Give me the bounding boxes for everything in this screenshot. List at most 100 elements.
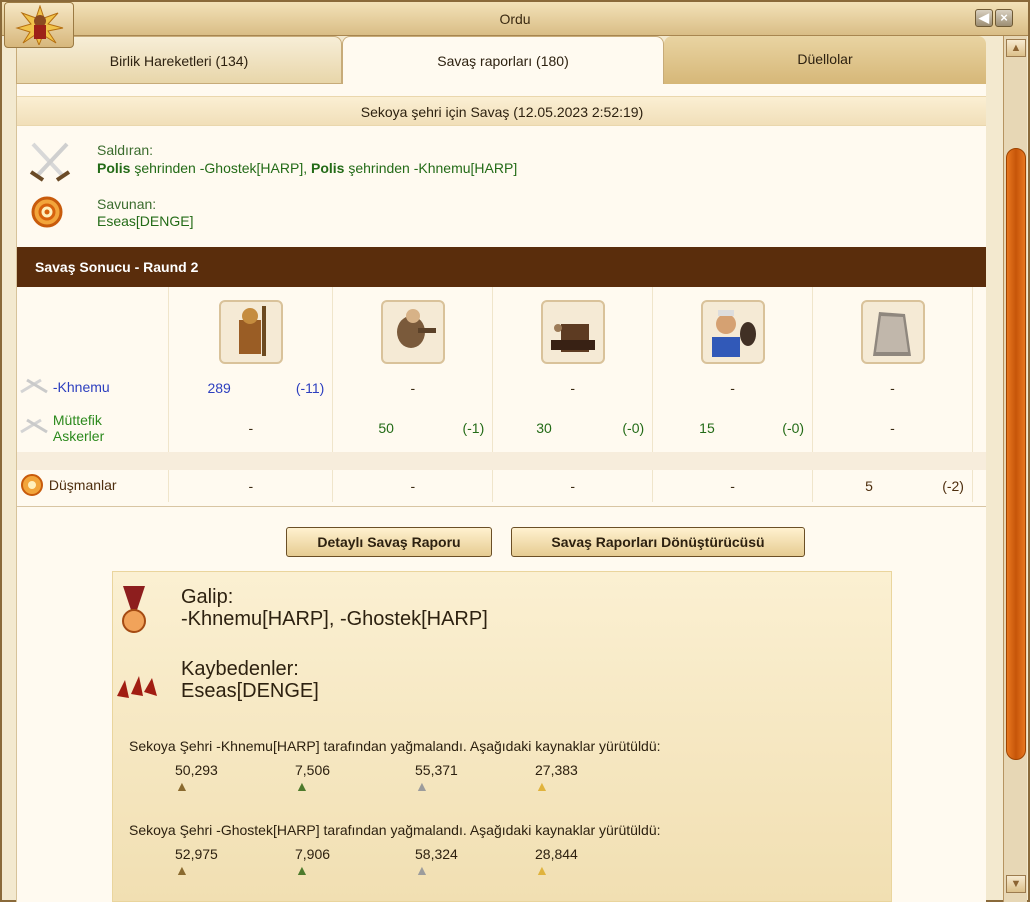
winner-label: Galip: [181,586,234,608]
unit-loss: (-0) [622,420,645,436]
unit-count: - [812,404,973,452]
unit-cell [652,287,814,372]
medal-icon [117,586,151,641]
shield-target-icon [25,192,75,242]
unit-count: 15 [699,420,715,436]
unit-loss: (-0) [782,420,805,436]
winner-list[interactable]: -Khnemu[HARP], -Ghostek[HARP] [181,608,488,631]
tab-bar: Birlik Hareketleri (134) Savaş raporları… [16,36,986,84]
stone-value: 7,506 ▲ [295,762,331,794]
row-name-cell: Müttefik Askerler [17,404,170,452]
stone-value: 7,906 ▲ [295,846,331,878]
gold-value: 28,844 ▲ [535,846,578,878]
window-titlebar[interactable]: Ordu [2,2,1028,36]
shield-target-icon [19,473,45,500]
tab-battle-reports[interactable]: Savaş raporları (180) [342,36,664,84]
allies-label: Müttefik Askerler [52,412,105,444]
row-name-cell: -Khnemu [17,372,170,404]
hero-icon[interactable] [700,300,765,364]
wood-value: 50,293 ▲ [175,762,218,794]
unit-count: 50 [378,420,394,436]
defender-label: Savunan: [97,196,157,212]
tab-label: Düellolar [797,51,853,67]
unit-cell [332,287,494,372]
report-converter-button[interactable]: Savaş Raporları Dönüştürücüsü [511,527,805,557]
unit-count: 30 [536,420,552,436]
unit-cell [492,287,654,372]
iron-value: 58,324 ▲ [415,846,458,878]
vertical-scrollbar[interactable]: ▲ ▼ [1003,36,1027,902]
hoplite-icon[interactable] [218,300,283,364]
unit-count: - [168,470,334,502]
stone-icon: ▲ [295,862,309,878]
attacker-city-link[interactable]: Polis [97,160,130,176]
unit-count: - [492,470,654,502]
iron-icon: ▲ [415,778,429,794]
close-button[interactable]: × [995,9,1013,27]
fallen-soldiers-icon [113,672,159,711]
attacker-player-link[interactable]: şehrinden -Khnemu[HARP] [344,160,517,176]
gold-value: 27,383 ▲ [535,762,578,794]
attacker-block: Saldıran: Polis şehrinden -Ghostek[HARP]… [17,136,986,196]
unit-count: - [652,372,814,404]
unit-cell [812,287,973,372]
wall-icon[interactable] [860,300,925,364]
enemies-label: Düşmanlar [48,476,117,493]
unit-count: - [168,404,334,452]
army-icon [4,2,74,48]
gold-icon: ▲ [535,778,549,794]
row-name-cell: Düşmanlar [17,470,170,502]
tab-label: Savaş raporları (180) [437,53,569,69]
loot-text-1: Sekoya Şehri -Khnemu[HARP] tarafından ya… [129,738,661,754]
wood-value: 52,975 ▲ [175,846,218,878]
unit-count: - [332,372,494,404]
attacker-list: Polis şehrinden -Ghostek[HARP], Polis şe… [97,160,517,176]
loot-text-2: Sekoya Şehri -Ghostek[HARP] tarafından y… [129,822,661,838]
iron-value: 55,371 ▲ [415,762,458,794]
scroll-down-button[interactable]: ▼ [1006,875,1026,893]
unit-cell [168,287,334,372]
attacker-label: Saldıran: [97,142,154,158]
losers-label: Kaybedenler: [181,658,299,680]
losers-list[interactable]: Eseas[DENGE] [181,680,319,703]
units-table: -Khnemu 289 (-11) - - - - Müttefik Asker… [17,287,986,502]
defender-player-link[interactable]: Eseas[DENGE] [97,213,193,229]
report-title: Sekoya şehri için Savaş (12.05.2023 2:52… [17,96,986,126]
unit-count: - [812,372,973,404]
tab-duels[interactable]: Düellolar [664,36,986,84]
crossed-swords-icon [25,140,75,190]
ranged-soldier-icon[interactable] [380,300,445,364]
unit-count: - [492,372,654,404]
crossed-swords-icon [19,418,49,439]
player-link[interactable]: -Khnemu [53,379,110,395]
unit-icons-row [17,287,986,372]
detailed-report-button[interactable]: Detaylı Savaş Raporu [286,527,492,557]
table-row: -Khnemu 289 (-11) - - - - [17,372,986,404]
army-window: Ordu ◀ × Birlik Hareketleri (134) Savaş … [0,0,1030,902]
attacker-city-link[interactable]: Polis [311,160,344,176]
table-row: Müttefik Askerler - 50 (-1) 30 (-0) 15 (… [17,404,986,452]
iron-icon: ▲ [415,862,429,878]
unit-count: 289 [207,380,231,396]
crossed-swords-icon [19,378,49,399]
unit-loss: (-2) [942,478,964,494]
attacker-player-link[interactable]: şehrinden -Ghostek[HARP], [130,160,311,176]
battle-result-panel: Galip: -Khnemu[HARP], -Ghostek[HARP] Kay… [112,571,892,902]
unit-count: 5 [865,478,873,494]
unit-count: - [332,470,494,502]
report-content: Sekoya şehri için Savaş (12.05.2023 2:52… [16,84,986,902]
tab-label: Birlik Hareketleri (134) [109,53,249,69]
unit-count: - [652,470,814,502]
scroll-up-button[interactable]: ▲ [1006,39,1026,57]
catapult-icon[interactable] [540,300,605,364]
gold-icon: ▲ [535,862,549,878]
stone-icon: ▲ [295,778,309,794]
unit-loss: (-11) [295,380,325,396]
table-row: Düşmanlar - - - - 5 (-2) [17,470,986,502]
back-button[interactable]: ◀ [975,9,993,27]
separator-row [17,452,986,470]
round-result-bar: Savaş Sonucu - Raund 2 [17,247,986,287]
scroll-thumb[interactable] [1006,148,1026,760]
defender-block: Savunan: Eseas[DENGE] [17,192,986,252]
wood-icon: ▲ [175,778,189,794]
